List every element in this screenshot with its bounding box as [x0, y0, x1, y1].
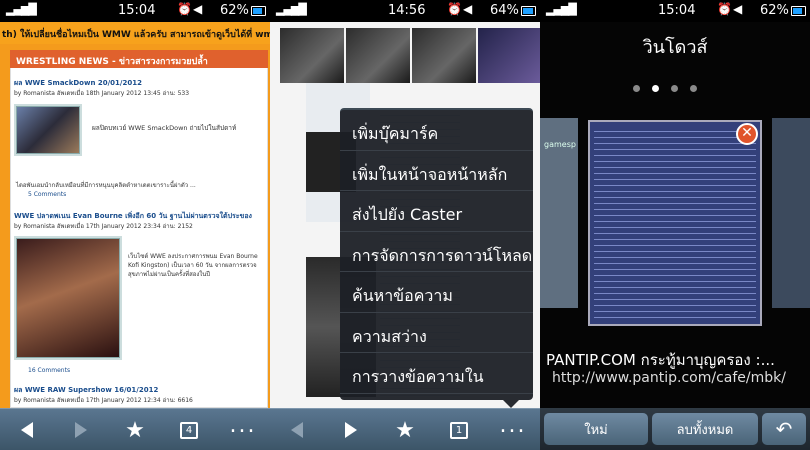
bookmark-button[interactable]: ★	[108, 409, 162, 450]
image-strip[interactable]	[280, 28, 540, 83]
post-meta: by Romanista อัพเดทเมื่อ 18th January 20…	[14, 90, 190, 97]
clear-all-button[interactable]: ลบทั้งหมด	[652, 413, 758, 445]
alarm-icon: ⏰◀	[177, 2, 204, 16]
section-title: WRESTLING NEWS - ข่าวสารวงการมวยปล้ำ	[10, 50, 268, 68]
forward-icon	[345, 422, 357, 438]
bookmark-button[interactable]: ★	[378, 409, 432, 450]
post-meta: by Romanista อัพเดทเมื่อ 17th January 20…	[14, 397, 193, 404]
more-button[interactable]: ...	[486, 409, 540, 450]
post-body: ไดอพันเอมนำกลับเหมือนที่มีการหนุนบุคลิตต…	[16, 182, 196, 189]
battery-percent: 64%	[490, 3, 519, 18]
new-window-button[interactable]: ใหม่	[544, 413, 648, 445]
forward-button[interactable]	[54, 409, 108, 450]
menu-item-send-to-caster[interactable]: ส่งไปยัง Caster	[340, 191, 533, 232]
status-bar: ▂▄▆█ ◠ 14:56 ⏰◀ 64%	[270, 0, 540, 22]
page-indicator	[633, 85, 697, 92]
page-dot	[690, 85, 697, 92]
back-icon	[291, 422, 303, 438]
back-button[interactable]	[270, 409, 324, 450]
next-window-preview[interactable]	[772, 118, 810, 308]
close-icon: ✕	[741, 125, 753, 141]
forward-button[interactable]	[324, 409, 378, 450]
menu-item-brightness[interactable]: ความสว่าง	[340, 313, 533, 353]
return-button[interactable]: ↶	[762, 413, 806, 445]
options-menu: เพิ่มบุ๊คมาร์ค เพิ่มในหน้าจอหน้าหลัก ส่ง…	[340, 108, 533, 408]
return-icon: ↶	[775, 417, 793, 441]
battery-percent: 62%	[220, 3, 249, 18]
menu-item-find-text[interactable]: ค้นหาข้อความ	[340, 272, 533, 313]
window-title: PANTIP.COM กระทู้มาบุญครอง :...	[546, 351, 775, 369]
comments-link[interactable]: 5 Comments	[28, 191, 66, 198]
page-dot-active	[652, 85, 659, 92]
post-meta: by Romanista อัพเดทเมื่อ 17th January 20…	[14, 223, 193, 230]
menu-item-text-layout[interactable]: การวางข้อความใน	[340, 353, 533, 394]
window-thumbnail[interactable]	[588, 120, 762, 326]
previous-window-preview[interactable]: gamesp	[540, 118, 578, 308]
alarm-icon: ⏰◀	[717, 2, 744, 16]
battery-icon	[521, 6, 536, 16]
close-window-button[interactable]: ✕	[736, 123, 758, 145]
bookmark-star-icon: ★	[395, 417, 415, 443]
status-bar: ▂▄▆█ ◠ 15:04 ⏰◀ 62%	[540, 0, 810, 22]
post-excerpt: ผลปิดบทเวย์ WWE SmackDown ถ่ายไปในสัปดาห…	[92, 124, 237, 132]
post-thumbnail[interactable]	[16, 106, 80, 154]
forward-icon	[75, 422, 87, 438]
switcher-toolbar: ใหม่ ลบทั้งหมด ↶	[540, 408, 810, 450]
bookmark-star-icon: ★	[125, 417, 145, 443]
windows-switcher-pane: ▂▄▆█ ◠ 15:04 ⏰◀ 62% วินโดวส์ gamesp ✕ PA…	[540, 0, 810, 450]
wifi-icon: ◠	[296, 2, 307, 16]
news-ticker[interactable]: th) ให้เปลี่ยนชื่อไหมเป็น WMW แล้วครับ ส…	[0, 22, 270, 44]
menu-item-downloads[interactable]: การจัดการการดาวน์โหลด	[340, 232, 533, 272]
menu-item-add-to-home[interactable]: เพิ่มในหน้าจอหน้าหลัก	[340, 151, 533, 191]
tabs-button[interactable]: 1	[432, 409, 486, 450]
web-page[interactable]: th) ให้เปลี่ยนชื่อไหมเป็น WMW แล้วครับ ส…	[0, 22, 270, 408]
status-time: 15:04	[118, 3, 156, 18]
battery-icon	[251, 6, 266, 16]
browser-toolbar: ★ 1 ...	[270, 408, 540, 450]
alarm-icon: ⏰◀	[447, 2, 474, 16]
wifi-icon: ◠	[566, 2, 577, 16]
window-url: http://www.pantip.com/cafe/mbk/	[552, 370, 786, 386]
back-icon	[21, 422, 33, 438]
status-time: 15:04	[658, 3, 696, 18]
battery-percent: 62%	[760, 3, 789, 18]
tabs-icon: 4	[180, 421, 198, 439]
battery-icon	[791, 6, 806, 16]
browser-toolbar: ★ 4 ...	[0, 408, 270, 450]
menu-item-add-bookmark[interactable]: เพิ่มบุ๊คมาร์ค	[340, 110, 533, 151]
comments-link[interactable]: 16 Comments	[28, 367, 70, 374]
back-button[interactable]	[0, 409, 54, 450]
post-thumbnail[interactable]	[16, 238, 120, 358]
browser-pane-1: ▂▄▆█ ◠ 15:04 ⏰◀ 62% th) ให้เปลี่ยนชื่อไห…	[0, 0, 270, 450]
more-icon: ...	[229, 412, 257, 438]
page-title: วินโดวส์	[642, 37, 708, 58]
tabs-button[interactable]: 4	[162, 409, 216, 450]
page-dot	[671, 85, 678, 92]
browser-pane-2: ▂▄▆█ ◠ 14:56 ⏰◀ 64% เพิ่มบุ๊คมาร์ค เพิ่ม…	[270, 0, 540, 450]
status-time: 14:56	[388, 3, 426, 18]
wifi-icon: ◠	[26, 2, 37, 16]
more-icon: ...	[499, 412, 527, 438]
status-bar: ▂▄▆█ ◠ 15:04 ⏰◀ 62%	[0, 0, 270, 22]
post-excerpt: เว็บไซต์ WWE ลงประกาศการพนม Evan Bourne …	[128, 253, 258, 278]
page-dot	[633, 85, 640, 92]
more-button[interactable]: ...	[216, 409, 270, 450]
tabs-icon: 1	[450, 421, 468, 439]
